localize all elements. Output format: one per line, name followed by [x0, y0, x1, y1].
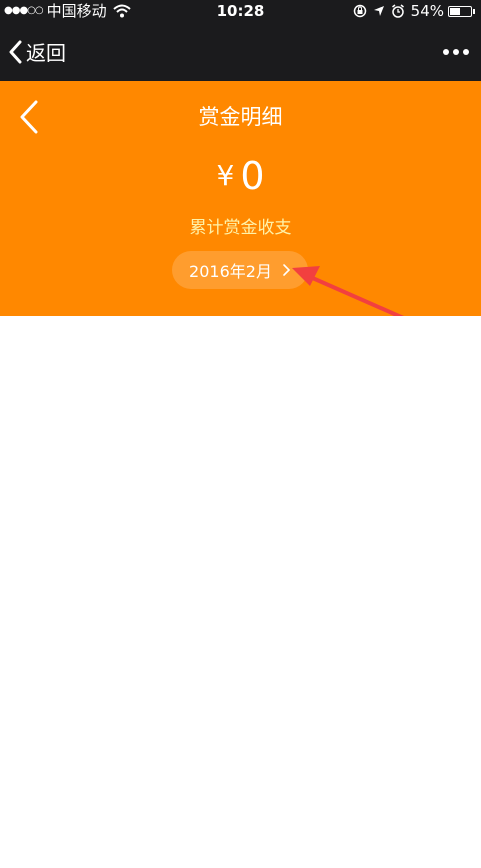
battery-icon: [448, 5, 472, 17]
status-right: 54%: [353, 0, 475, 22]
more-dot-icon: [443, 48, 449, 55]
alarm-icon: [391, 4, 404, 18]
back-button[interactable]: 返回: [8, 22, 66, 81]
month-selector[interactable]: 2016年2月: [172, 251, 308, 289]
bounty-summary-header: 赏金明细 ¥0 累计赏金收支 2016年2月: [0, 81, 481, 316]
more-dot-icon: [463, 48, 469, 55]
month-label: 2016年2月: [189, 262, 272, 281]
location-icon: [373, 6, 384, 16]
total-amount: ¥0: [0, 153, 481, 199]
battery-cap: [473, 8, 475, 14]
currency-symbol: ¥: [216, 159, 235, 192]
rotation-lock-icon: [353, 4, 366, 18]
back-label: 返回: [26, 41, 66, 65]
chevron-right-icon: [283, 264, 291, 276]
battery-fill: [450, 7, 460, 15]
chevron-left-icon: [9, 40, 22, 63]
more-dot-icon: [453, 48, 459, 55]
navigation-bar: 返回: [0, 22, 481, 81]
more-button[interactable]: [439, 22, 469, 81]
amount-label: 累计赏金收支: [189, 218, 292, 238]
battery-percent: 54%: [410, 2, 444, 20]
status-bar: ●●●○○ 中国移动 10:28 54%: [0, 0, 481, 22]
page-title: 赏金明细: [198, 105, 283, 129]
amount-value: 0: [240, 154, 265, 198]
records-list-empty: [0, 316, 481, 868]
